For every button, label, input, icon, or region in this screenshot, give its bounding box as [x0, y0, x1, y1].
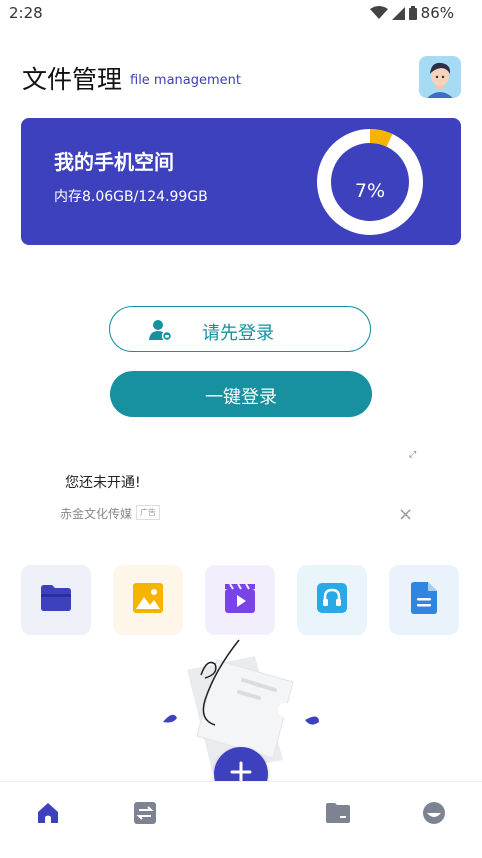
category-document[interactable]: [389, 565, 459, 635]
login-button-label: 请先登录: [202, 323, 274, 344]
category-music[interactable]: [297, 565, 367, 635]
one-click-login-button[interactable]: 一键登录: [110, 371, 372, 417]
page-subtitle: file management: [130, 73, 242, 88]
headphones-icon: [317, 583, 347, 617]
signal-icon: [391, 6, 405, 20]
nav-home[interactable]: [35, 802, 61, 828]
storage-percent: 7%: [354, 180, 386, 202]
profile-icon: [422, 801, 446, 829]
bottom-nav: [0, 781, 482, 858]
storage-usage: 内存8.06GB/124.99GB: [54, 189, 208, 205]
ad-badge: 广告: [136, 505, 160, 520]
page-title: 文件管理: [22, 65, 123, 94]
storage-title: 我的手机空间: [54, 150, 174, 174]
ad-expand-icon[interactable]: ⤢: [409, 450, 416, 460]
battery-icon: [408, 6, 417, 20]
nav-files[interactable]: [325, 802, 351, 828]
document-icon: [411, 582, 437, 618]
battery-percent: 86%: [420, 4, 454, 22]
user-lock-icon: [148, 318, 173, 346]
category-video[interactable]: [205, 565, 275, 635]
close-icon[interactable]: ×: [398, 506, 413, 524]
image-icon: [133, 583, 163, 617]
wifi-icon: [369, 6, 388, 20]
ad-source: 赤金文化传媒: [60, 507, 133, 521]
ad-title[interactable]: 您还未开通!: [65, 472, 141, 492]
status-indicators: 86%: [369, 4, 454, 22]
category-image[interactable]: [113, 565, 183, 635]
nav-profile[interactable]: [421, 802, 447, 828]
status-time: 2:28: [9, 4, 43, 22]
transfer-icon: [133, 801, 157, 829]
one-click-login-label: 一键登录: [205, 387, 277, 408]
login-button[interactable]: 请先登录: [109, 306, 371, 352]
avatar[interactable]: [419, 56, 461, 98]
home-icon: [36, 801, 60, 829]
video-icon: [225, 583, 255, 617]
nav-transfer[interactable]: [132, 802, 158, 828]
folder-icon: [326, 803, 350, 827]
folder-icon: [40, 584, 72, 616]
category-folder[interactable]: [21, 565, 91, 635]
